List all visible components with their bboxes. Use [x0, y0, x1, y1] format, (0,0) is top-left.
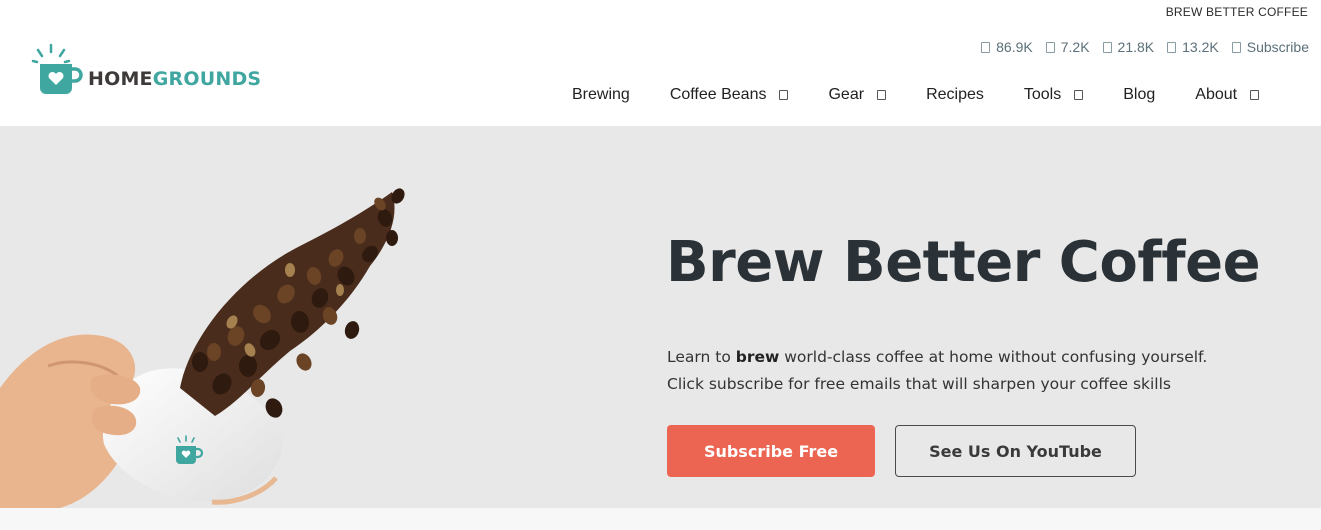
nav-label: Blog [1123, 86, 1156, 103]
chevron-down-icon [779, 90, 789, 100]
coffee-beans-illustration [180, 188, 405, 418]
pinterest-icon [1102, 41, 1112, 53]
page-bottom-strip [0, 508, 1321, 530]
chevron-down-icon [1074, 90, 1084, 100]
subscribe-free-button[interactable]: Subscribe Free [667, 425, 875, 477]
nav-item-blog[interactable]: Blog [1123, 86, 1155, 104]
nav-label: About [1195, 86, 1238, 103]
nav-label: Tools [1023, 86, 1062, 103]
header-tagline: BREW BETTER COFFEE [1165, 5, 1308, 19]
social-count: 7.2K [1060, 39, 1090, 55]
facebook-icon [981, 41, 991, 53]
social-pinterest-link[interactable]: 21.8K [1102, 39, 1155, 55]
nav-item-recipes[interactable]: Recipes [926, 86, 984, 104]
nav-label: Gear [828, 86, 865, 103]
logo-word-home: HOME [88, 68, 153, 90]
social-youtube-link[interactable]: 13.2K [1167, 39, 1219, 55]
desc-bold-brew: brew [735, 348, 780, 366]
social-instagram-link[interactable]: 7.2K [1045, 39, 1090, 55]
site-header: BREW BETTER COFFEE HOMEGROUNDS 86.9K 7.2… [0, 0, 1321, 126]
email-icon [1231, 41, 1241, 53]
hero-image-mug-with-beans [0, 188, 405, 508]
social-count: 21.8K [1117, 39, 1155, 55]
logo-word-grounds: GROUNDS [152, 68, 262, 90]
see-us-on-youtube-button[interactable]: See Us On YouTube [895, 425, 1136, 477]
nav-item-tools[interactable]: Tools [1023, 86, 1084, 104]
instagram-icon [1045, 41, 1055, 53]
hero-section: Brew Better Coffee Learn to brew world-c… [0, 126, 1321, 508]
hero-desc-line-2: Click subscribe for free emails that wil… [667, 375, 1171, 393]
social-subscribe-link[interactable]: Subscribe [1231, 39, 1309, 55]
nav-label: Brewing [572, 86, 630, 103]
social-links: 86.9K 7.2K 21.8K 13.2K Subscribe [968, 39, 1309, 55]
hero-desc-line-1: Learn to brew world-class coffee at home… [667, 344, 1207, 371]
logo-wordmark: HOMEGROUNDS [88, 68, 261, 90]
desc-text: Learn to [667, 348, 736, 366]
social-count: 13.2K [1182, 39, 1219, 55]
nav-label: Coffee Beans [669, 86, 767, 103]
main-nav: Brewing Coffee Beans Gear Recipes Tools … [572, 86, 1260, 104]
hero-title: Brew Better Coffee [666, 230, 1261, 295]
coffee-mug-logo-icon [31, 43, 83, 94]
nav-item-coffee-beans[interactable]: Coffee Beans [670, 86, 789, 104]
chevron-down-icon [1250, 90, 1260, 100]
youtube-icon [1167, 41, 1177, 53]
nav-label: Recipes [926, 86, 984, 103]
homegrounds-logo[interactable]: HOMEGROUNDS [28, 42, 261, 98]
social-count: 86.9K [996, 39, 1033, 55]
social-subscribe-label: Subscribe [1246, 39, 1309, 55]
nav-item-brewing[interactable]: Brewing [572, 86, 630, 104]
hero-description: Learn to brew world-class coffee at home… [667, 344, 1207, 398]
desc-text: world-class coffee at home without confu… [779, 348, 1208, 366]
nav-item-about[interactable]: About [1195, 86, 1260, 104]
social-facebook-link[interactable]: 86.9K [981, 39, 1033, 55]
nav-item-gear[interactable]: Gear [828, 86, 887, 104]
chevron-down-icon [877, 90, 887, 100]
